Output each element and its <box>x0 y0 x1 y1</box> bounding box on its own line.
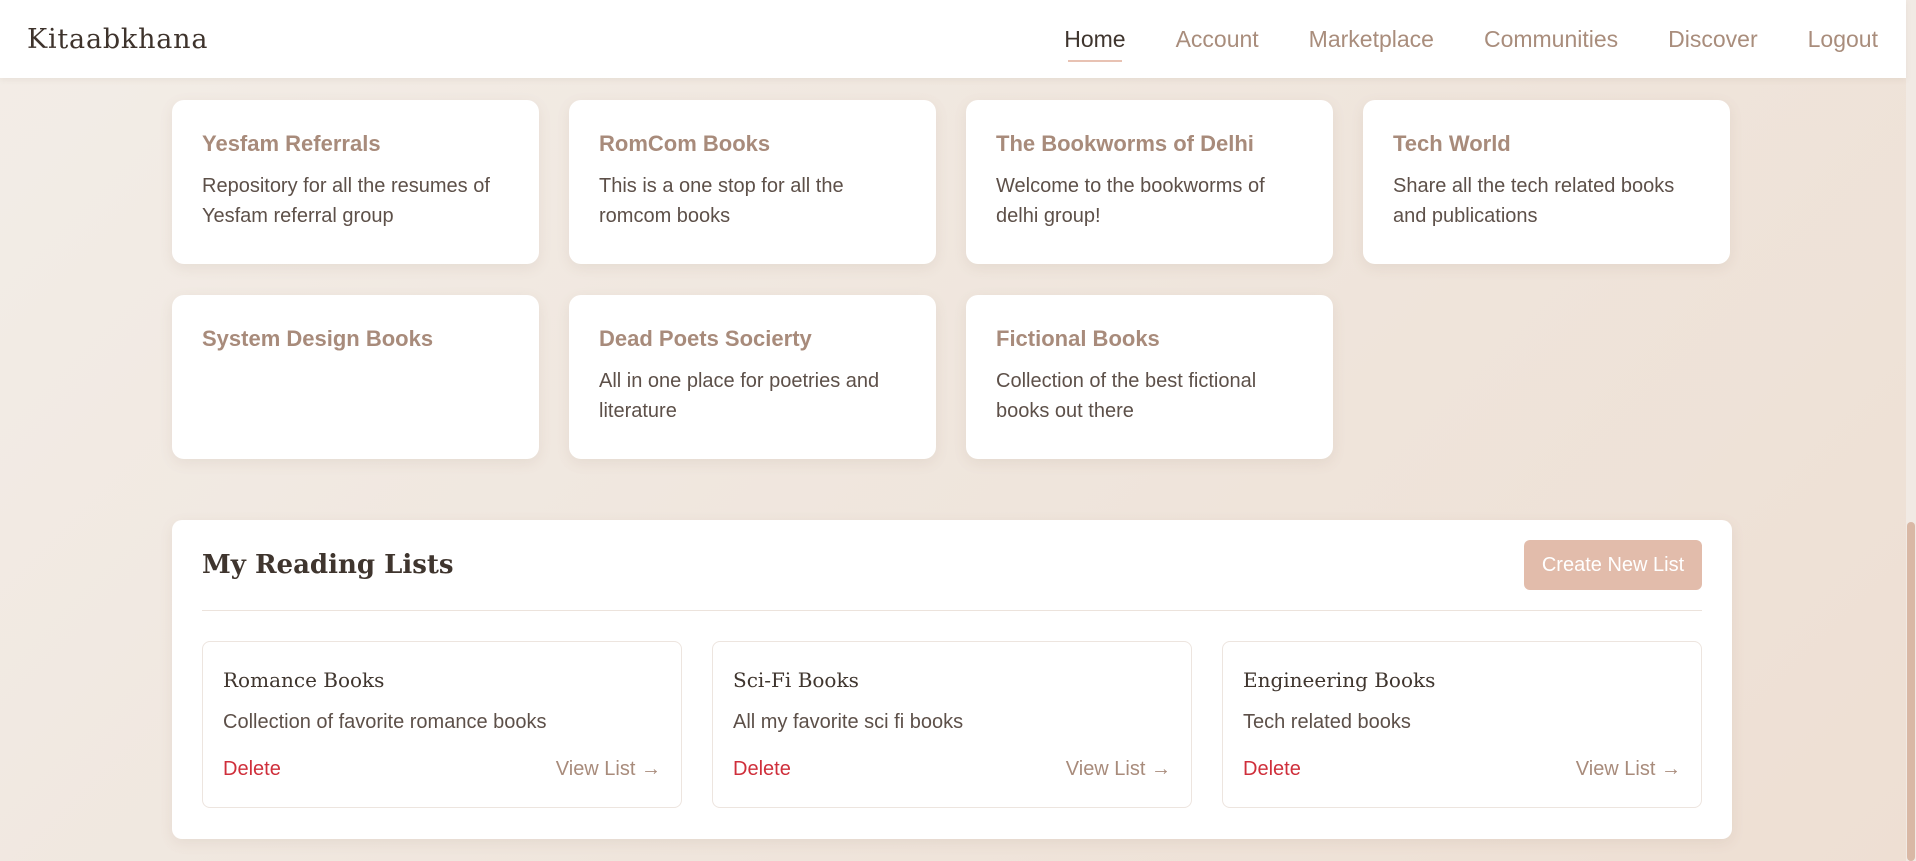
communities-grid: Yesfam Referrals Repository for all the … <box>172 100 1732 459</box>
community-card[interactable]: Dead Poets Socierty All in one place for… <box>569 295 936 459</box>
reading-list-card: Romance Books Collection of favorite rom… <box>202 641 682 808</box>
view-list-link[interactable]: View List → <box>1576 758 1681 781</box>
community-card[interactable]: Fictional Books Collection of the best f… <box>966 295 1333 459</box>
community-card[interactable]: Yesfam Referrals Repository for all the … <box>172 100 539 264</box>
top-navbar: Kitaabkhana Home Account Marketplace Com… <box>0 0 1906 78</box>
list-actions: Delete View List → <box>223 758 661 781</box>
delete-list-link[interactable]: Delete <box>223 758 281 781</box>
community-description: Share all the tech related books and pub… <box>1393 175 1675 227</box>
community-name: System Design Books <box>202 326 434 351</box>
reading-list-card: Sci-Fi Books All my favorite sci fi book… <box>712 641 1192 808</box>
community-name: Fictional Books <box>996 326 1160 351</box>
reading-list-card: Engineering Books Tech related books Del… <box>1222 641 1702 808</box>
community-name: Yesfam Referrals <box>202 131 381 156</box>
reading-lists-panel: My Reading Lists Create New List Romance… <box>172 520 1732 839</box>
reading-lists-header: My Reading Lists Create New List <box>202 520 1702 611</box>
community-name: Dead Poets Socierty <box>599 326 812 351</box>
list-description: Tech related books <box>1243 711 1411 733</box>
list-actions: Delete View List → <box>733 758 1171 781</box>
nav-link-discover[interactable]: Discover <box>1668 26 1757 53</box>
list-actions: Delete View List → <box>1243 758 1681 781</box>
community-description: Welcome to the bookworms of delhi group! <box>996 175 1265 227</box>
community-card[interactable]: Tech World Share all the tech related bo… <box>1363 100 1730 264</box>
community-name: RomCom Books <box>599 131 771 156</box>
nav-link-home[interactable]: Home <box>1064 26 1126 62</box>
community-description: This is a one stop for all the romcom bo… <box>599 175 844 227</box>
community-card[interactable]: System Design Books <box>172 295 539 459</box>
list-name: Romance Books <box>223 668 385 692</box>
list-description: All my favorite sci fi books <box>733 711 964 733</box>
community-card[interactable]: The Bookworms of Delhi Welcome to the bo… <box>966 100 1333 264</box>
list-description: Collection of favorite romance books <box>223 711 547 733</box>
community-name: Tech World <box>1393 131 1511 156</box>
view-list-link[interactable]: View List → <box>1066 758 1171 781</box>
reading-lists-title: My Reading Lists <box>202 550 454 580</box>
delete-list-link[interactable]: Delete <box>733 758 791 781</box>
view-list-link[interactable]: View List → <box>556 758 661 781</box>
page-scrollbar[interactable] <box>1906 0 1916 861</box>
nav-links: Home Account Marketplace Communities Dis… <box>1014 26 1878 62</box>
list-name: Engineering Books <box>1243 668 1436 692</box>
nav-link-account[interactable]: Account <box>1176 26 1259 53</box>
delete-list-link[interactable]: Delete <box>1243 758 1301 781</box>
community-name: The Bookworms of Delhi <box>996 131 1254 156</box>
scrollbar-thumb[interactable] <box>1907 522 1915 861</box>
community-description: All in one place for poetries and litera… <box>599 370 880 422</box>
reading-lists: Romance Books Collection of favorite rom… <box>202 641 1702 808</box>
community-card[interactable]: RomCom Books This is a one stop for all … <box>569 100 936 264</box>
nav-link-communities[interactable]: Communities <box>1484 26 1618 53</box>
brand-logo[interactable]: Kitaabkhana <box>27 24 208 55</box>
community-description: Collection of the best fictional books o… <box>996 370 1257 422</box>
list-name: Sci-Fi Books <box>733 668 859 692</box>
nav-link-logout[interactable]: Logout <box>1808 26 1878 53</box>
create-new-list-button[interactable]: Create New List <box>1524 540 1702 590</box>
community-description: Repository for all the resumes of Yesfam… <box>202 175 490 227</box>
nav-link-marketplace[interactable]: Marketplace <box>1309 26 1434 53</box>
